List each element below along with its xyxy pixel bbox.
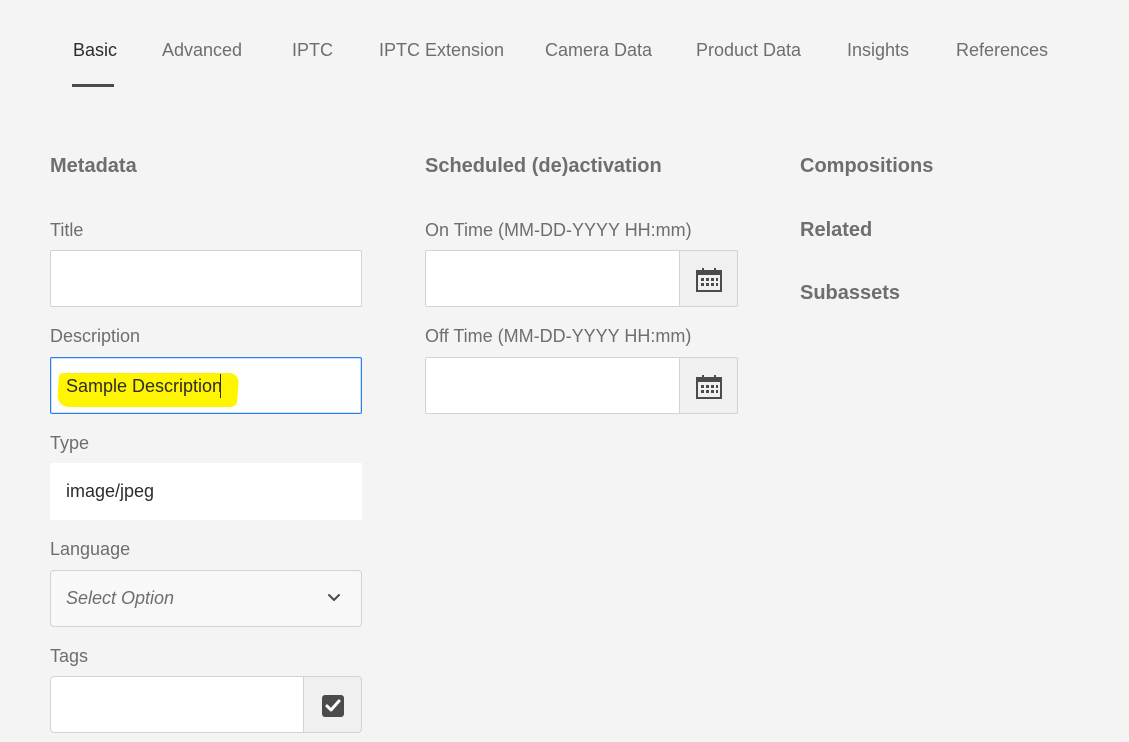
on-time-label: On Time (MM-DD-YYYY HH:mm) [425,220,692,240]
on-time-field[interactable] [425,250,681,307]
tab-iptc-extension[interactable]: IPTC Extension [379,40,504,61]
compositions-link[interactable]: Compositions [800,155,933,178]
related-link[interactable]: Related [800,219,872,242]
description-label: Description [50,326,141,346]
chevron-down-icon [328,594,340,601]
metadata-heading: Metadata [50,155,137,177]
title-label: Title [50,220,84,240]
scheduling-heading: Scheduled (de)activation [425,155,662,177]
off-time-field[interactable] [425,357,681,414]
language-placeholder: Select Option [66,588,175,608]
tab-references[interactable]: References [956,40,1048,61]
on-time-calendar-button[interactable] [679,250,738,307]
tab-product-data[interactable]: Product Data [696,40,801,61]
type-label: Type [50,433,90,453]
tab-bar: Basic Advanced IPTC IPTC Extension Camer… [0,0,1129,90]
tab-advanced[interactable]: Advanced [162,40,242,61]
text-cursor [220,374,221,398]
language-label: Language [50,539,131,559]
calendar-icon [696,375,722,399]
tab-basic[interactable]: Basic [73,40,117,61]
active-tab-indicator [72,84,114,87]
off-time-calendar-button[interactable] [679,357,738,414]
tags-field[interactable] [50,676,304,733]
type-value: image/jpeg [50,463,362,520]
off-time-label: Off Time (MM-DD-YYYY HH:mm) [425,326,692,346]
checkbox-checked-icon [322,695,344,717]
calendar-icon [696,268,722,292]
description-value: Sample Description [66,376,223,396]
title-field[interactable] [50,250,362,307]
tags-picker-button[interactable] [303,676,362,733]
subassets-link[interactable]: Subassets [800,282,900,305]
tab-camera-data[interactable]: Camera Data [545,40,652,61]
tab-iptc[interactable]: IPTC [292,40,333,61]
language-select[interactable]: Select Option [50,570,362,627]
tags-label: Tags [50,646,89,666]
tab-insights[interactable]: Insights [847,40,909,61]
